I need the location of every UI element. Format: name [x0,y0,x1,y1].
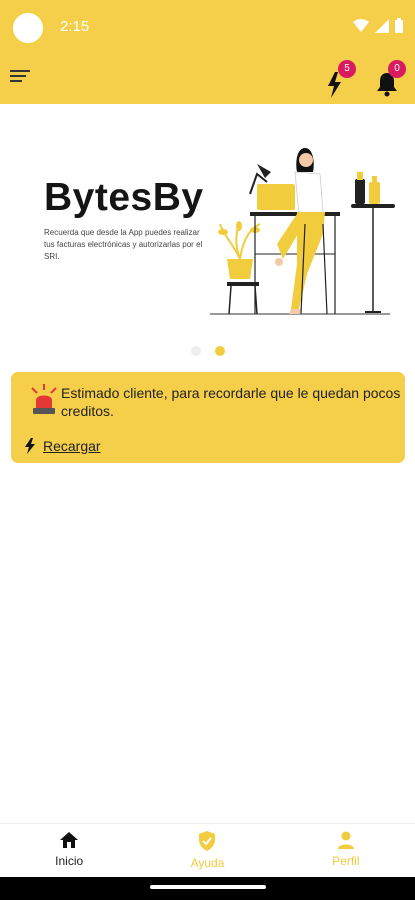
brand-title: BytesBy [44,176,204,219]
lightning-icon [25,438,35,454]
siren-icon [31,384,57,414]
credits-badge: 5 [338,60,356,78]
camera-cutout [13,13,43,43]
carousel-indicator [0,346,415,356]
low-credits-alert: Estimado cliente, para recordarle que le… [11,372,405,463]
menu-button[interactable] [10,67,34,91]
app-bar: 5 0 [0,56,415,104]
banner-description: Recuerda que desde la App puedes realiza… [44,228,203,261]
nav-item-ayuda[interactable]: Ayuda [138,824,276,877]
shield-check-icon [199,831,216,851]
promo-banner[interactable]: BytesBy Recuerda que desde la App puedes… [0,104,415,339]
notifications-badge: 0 [388,60,406,78]
home-gesture-handle[interactable] [150,885,266,889]
home-icon [60,832,79,848]
carousel-dot-1[interactable] [190,346,201,356]
nav-label-ayuda: Ayuda [190,856,225,870]
nav-item-perfil[interactable]: Perfil [277,824,415,877]
nav-label-perfil: Perfil [332,854,360,868]
status-icons [353,18,403,33]
recargar-label: Recargar [43,438,101,454]
woman-working-illustration [210,148,395,315]
credits-button[interactable]: 5 [322,60,356,98]
notifications-button[interactable]: 0 [372,60,406,98]
status-bar: 2:15 [0,0,415,56]
person-icon [337,831,354,849]
battery-icon [395,18,403,33]
menu-icon [10,70,30,82]
status-time: 2:15 [60,18,90,35]
signal-icon [375,18,389,33]
nav-label-inicio: Inicio [55,854,84,868]
nav-item-inicio[interactable]: Inicio [0,824,138,877]
carousel-dot-2[interactable] [214,346,225,356]
bottom-navigation: Inicio Ayuda Perfil [0,823,415,877]
alert-message: Estimado cliente, para recordarle que le… [61,385,401,419]
recargar-link[interactable]: Recargar [23,437,101,455]
wifi-icon [353,18,369,32]
gesture-bar [0,877,415,900]
